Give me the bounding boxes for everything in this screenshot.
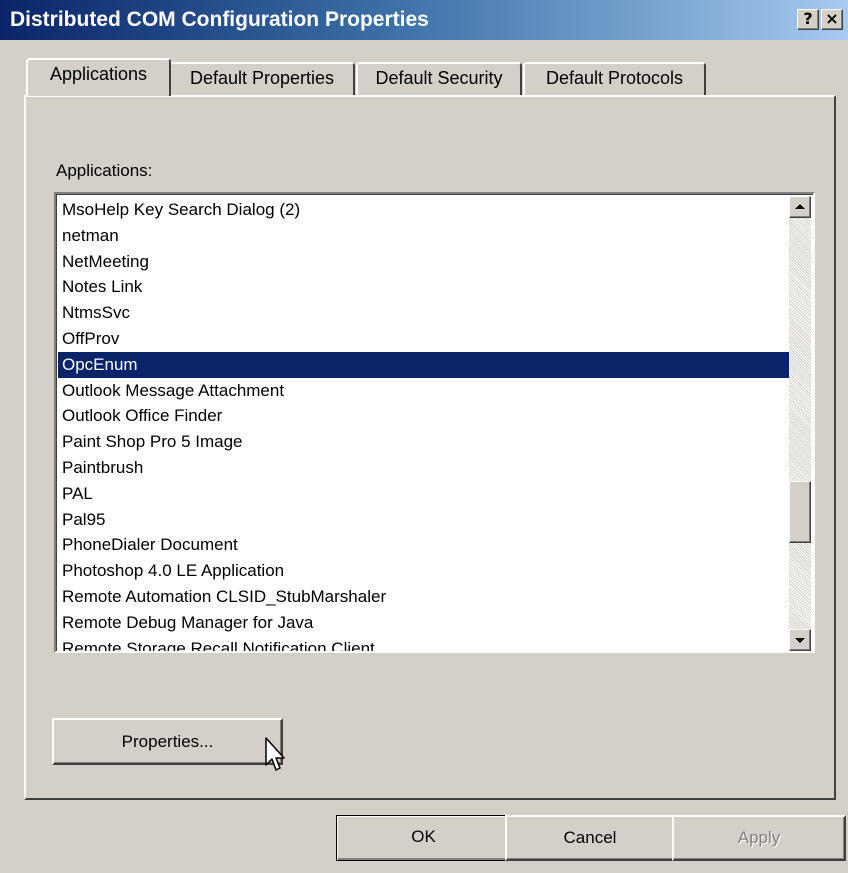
list-item[interactable]: netman (58, 223, 789, 249)
list-item[interactable]: Outlook Message Attachment (58, 378, 789, 404)
list-item[interactable]: Paint Shop Pro 5 Image (58, 429, 789, 455)
applications-listbox[interactable]: MsoHelp Key Search Dialog (2) netman NetMe… (54, 192, 815, 653)
list-item[interactable]: NetMeeting (58, 249, 789, 275)
vertical-scrollbar[interactable] (789, 196, 811, 651)
list-item[interactable]: Remote Storage Recall Notification Clien… (58, 636, 789, 651)
mouse-pointer-icon (265, 737, 285, 771)
scroll-up-button[interactable] (789, 196, 811, 218)
apply-button[interactable]: Apply (672, 815, 846, 861)
tab-default-security[interactable]: Default Security (356, 62, 522, 95)
help-icon: ? (803, 9, 813, 28)
help-button[interactable]: ? (797, 9, 819, 30)
list-item[interactable]: Outlook Office Finder (58, 403, 789, 429)
properties-button[interactable]: Properties... (52, 718, 283, 765)
close-button[interactable]: × (821, 9, 843, 30)
list-item[interactable]: PAL (58, 481, 789, 507)
list-item[interactable]: OpcEnum (58, 351, 789, 378)
list-item[interactable]: OffProv (58, 326, 789, 352)
ok-button[interactable]: OK (336, 815, 511, 861)
scroll-down-button[interactable] (789, 629, 811, 651)
list-item[interactable]: NtmsSvc (58, 300, 789, 326)
title-bar[interactable]: Distributed COM Configuration Properties… (0, 0, 848, 40)
window-title: Distributed COM Configuration Properties (10, 8, 429, 31)
list-item[interactable]: Notes Link (58, 274, 789, 300)
list-item[interactable]: MsoHelp Key Search Dialog (2) (58, 197, 789, 223)
list-item[interactable]: PhoneDialer Document (58, 532, 789, 558)
scrollbar-thumb[interactable] (789, 481, 811, 543)
list-item[interactable]: Remote Automation CLSID_StubMarshaler (58, 584, 789, 610)
applications-label: Applications: (56, 161, 153, 180)
list-item[interactable]: Photoshop 4.0 LE Application (58, 558, 789, 584)
list-item[interactable]: Remote Debug Manager for Java (58, 610, 789, 636)
applications-list[interactable]: MsoHelp Key Search Dialog (2) netman NetMe… (58, 197, 789, 651)
list-item[interactable]: Pal95 (58, 507, 789, 533)
tab-default-protocols[interactable]: Default Protocols (523, 62, 706, 95)
arrow-up-icon (795, 204, 805, 209)
cancel-button[interactable]: Cancel (505, 815, 675, 861)
tab-applications[interactable]: Applications (26, 58, 171, 96)
arrow-down-icon (795, 638, 805, 643)
list-item[interactable]: Paintbrush (58, 455, 789, 481)
close-icon: × (825, 9, 839, 28)
tab-default-properties[interactable]: Default Properties (169, 62, 355, 95)
